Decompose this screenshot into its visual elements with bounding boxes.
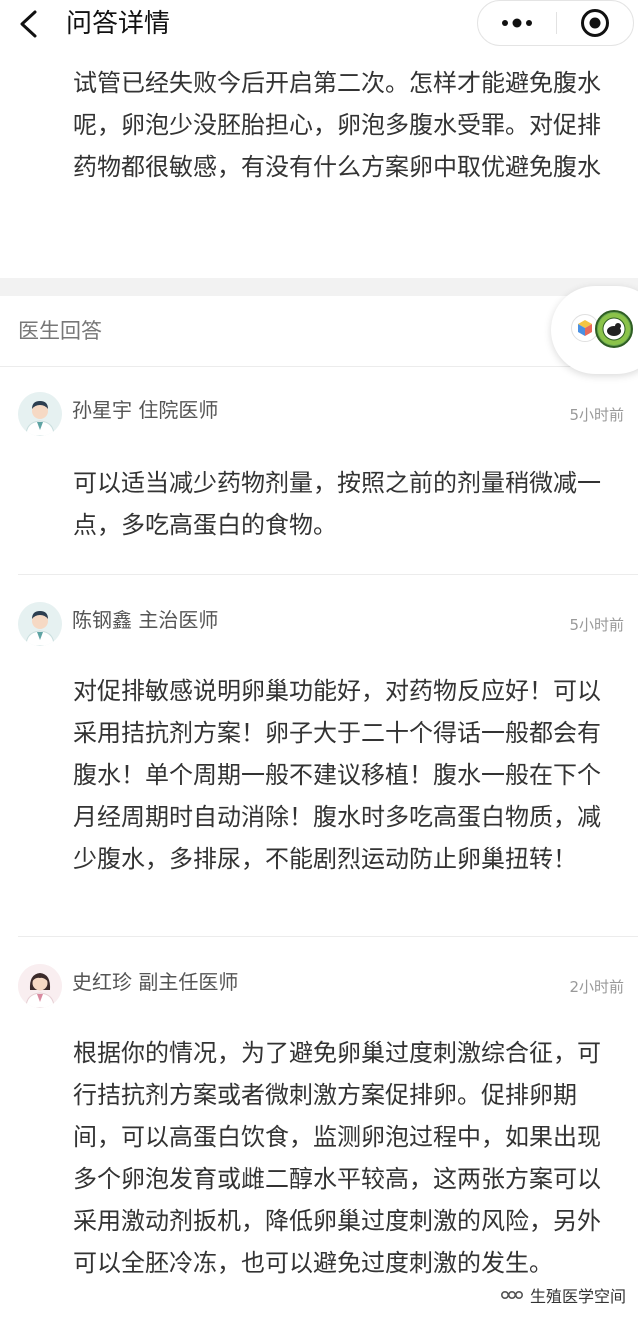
divider [0, 366, 638, 367]
close-mini-program-button[interactable] [557, 1, 633, 45]
chevron-left-icon [20, 10, 37, 38]
doctor-avatar[interactable] [18, 392, 62, 436]
answers-section-title: 医生回答 [18, 319, 102, 343]
doctor-name[interactable]: 陈钢鑫 主治医师 [72, 604, 218, 636]
page-title: 问答详情 [66, 9, 171, 39]
floating-share-bubble[interactable] [551, 286, 638, 374]
back-button[interactable] [10, 4, 46, 44]
more-dots-icon [502, 18, 532, 28]
qa-detail-page: 问答详情 试管已经失败今后开启第二次。怎样才能避免腹水呢，卵泡少没胚胎担心，卵泡… [0, 0, 638, 1320]
more-button[interactable] [478, 1, 556, 45]
male-doctor-avatar-icon [18, 392, 62, 436]
doctor-name[interactable]: 孙星宇 住院医师 [72, 394, 218, 426]
divider [18, 936, 638, 937]
answer-text: 根据你的情况，为了避免卵巢过度刺激综合征，可行拮抗剂方案或者微刺激方案促排卵。促… [73, 1039, 601, 1277]
answer-time: 5小时前 [569, 616, 624, 634]
question-text: 试管已经失败今后开启第二次。怎样才能避免腹水呢，卵泡少没胚胎担心，卵泡多腹水受罪… [73, 69, 601, 181]
mini-program-capsule [477, 0, 634, 46]
answer-text: 可以适当减少药物剂量，按照之前的剂量稍微减一点，多吃高蛋白的食物。 [73, 469, 601, 539]
doctor-avatar[interactable] [18, 964, 62, 1008]
doctor-name[interactable]: 史红珍 副主任医师 [72, 966, 238, 998]
wechat-channel-icon [500, 1291, 524, 1300]
account-watermark: 生殖医学空间 [500, 1281, 626, 1309]
female-doctor-avatar-icon [18, 964, 62, 1008]
answer-text: 对促排敏感说明卵巢功能好，对药物反应好！可以采用拮抗剂方案！卵子大于二十个得话一… [73, 677, 601, 873]
section-separator [0, 278, 638, 296]
target-close-icon [581, 9, 609, 37]
answer-time: 5小时前 [569, 406, 624, 424]
male-doctor-avatar-icon [18, 602, 62, 646]
divider [18, 574, 638, 575]
navigation-bar: 问答详情 [0, 0, 638, 48]
account-logo-icon [595, 310, 633, 348]
answer-time: 2小时前 [569, 978, 624, 996]
doctor-avatar[interactable] [18, 602, 62, 646]
watermark-text: 生殖医学空间 [530, 1287, 627, 1306]
